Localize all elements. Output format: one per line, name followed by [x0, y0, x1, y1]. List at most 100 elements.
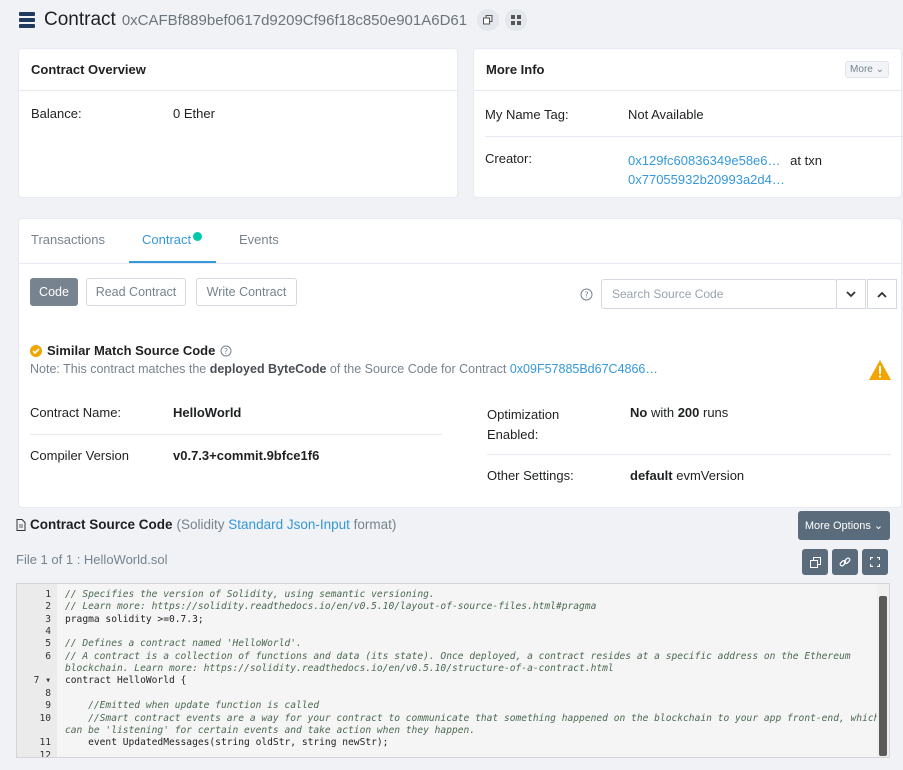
- other-settings-value: default evmVersion: [630, 468, 744, 483]
- other-settings-rest: evmVersion: [672, 468, 745, 483]
- match-note: Note: This contract matches the deployed…: [30, 362, 658, 376]
- page-header: Contract 0xCAFBf889bef0617d9209Cf96f18c8…: [18, 6, 533, 34]
- question-icon[interactable]: ?: [220, 345, 232, 357]
- chevron-up-icon: [877, 291, 887, 298]
- fullscreen-button[interactable]: [862, 549, 888, 575]
- search-prev-button[interactable]: [867, 279, 897, 309]
- code-line: can be 'listening' for certain events an…: [17, 724, 877, 737]
- standard-json-link[interactable]: Standard Json-Input: [228, 517, 350, 532]
- code-line: 3 pragma solidity >=0.7.3;: [17, 613, 877, 626]
- help-icon[interactable]: ?: [580, 288, 593, 301]
- line-number: 1: [45, 589, 51, 600]
- row-divider: [485, 136, 903, 137]
- line-number: 11: [39, 737, 51, 749]
- line-text: // A contract is a collection of functio…: [65, 650, 851, 662]
- details-divider-right: [487, 454, 891, 455]
- editor-scrollbar[interactable]: [877, 584, 889, 757]
- tab-contract-label: Contract: [142, 232, 192, 247]
- name-tag-value: Not Available: [628, 107, 704, 122]
- creator-label: Creator:: [485, 151, 532, 166]
- code-line: 7 ▾ contract HelloWorld {: [17, 674, 877, 687]
- code-line: 8: [17, 687, 877, 700]
- link-source-button[interactable]: [832, 549, 858, 575]
- line-text: //Smart contract events are a way for yo…: [65, 712, 880, 724]
- write-contract-button[interactable]: Write Contract: [196, 278, 297, 306]
- optimization-runs-text: runs: [699, 405, 729, 420]
- expand-icon: [870, 557, 880, 567]
- details-divider: [30, 434, 442, 435]
- line-number: 5: [45, 638, 51, 650]
- similar-contract-link[interactable]: 0x09F57885Bd67C4866…: [510, 362, 658, 376]
- scrollbar-thumb[interactable]: [879, 596, 887, 756]
- contract-name-value: HelloWorld: [173, 405, 242, 420]
- warning-icon: [869, 360, 891, 380]
- search-source-code-input[interactable]: Search Source Code: [601, 279, 837, 309]
- code-line: 1 // Specifies the version of Solidity, u…: [17, 588, 877, 601]
- source-code-title: Contract Source Code: [30, 517, 173, 532]
- contract-address: 0xCAFBf889bef0617d9209Cf96f18c850e901A6D…: [121, 11, 468, 29]
- line-text: event UpdatedMessages(string oldStr, str…: [65, 737, 389, 749]
- optimization-label: Optimization Enabled:: [487, 405, 559, 445]
- name-tag-label: My Name Tag:: [485, 107, 569, 122]
- match-note-bold: deployed ByteCode: [209, 362, 327, 376]
- copy-icon: [483, 15, 493, 25]
- code-line: 4: [17, 625, 877, 638]
- chevron-down-icon: [846, 290, 856, 297]
- line-text: blockchain. Learn more: https://solidity…: [65, 663, 614, 675]
- verified-check-icon: [193, 232, 203, 241]
- qr-code-button[interactable]: [505, 9, 528, 31]
- tab-events[interactable]: Events: [239, 232, 279, 247]
- code-line: 12: [17, 749, 877, 758]
- match-note-prefix: Note: This contract matches the: [30, 362, 210, 376]
- search-next-button[interactable]: [836, 279, 866, 309]
- compiler-version-label: Compiler Version: [30, 448, 129, 463]
- read-contract-button[interactable]: Read Contract: [86, 278, 186, 306]
- line-text: contract HelloWorld {: [65, 675, 187, 687]
- contract-stack-icon: [19, 12, 35, 28]
- tabs-divider: [19, 263, 901, 264]
- source-code-editor[interactable]: 1 // Specifies the version of Solidity, u…: [16, 583, 890, 758]
- link-icon: [839, 557, 851, 567]
- line-text: // Specifies the version of Solidity, us…: [65, 589, 435, 600]
- creator-txn-link[interactable]: 0x77055932b20993a2d4…: [628, 172, 785, 187]
- contract-overview-title: Contract Overview: [19, 49, 457, 91]
- more-dropdown-button[interactable]: More ⌄: [845, 61, 889, 78]
- similar-match-heading: Similar Match Source Code ?: [30, 343, 232, 358]
- line-text: can be 'listening' for certain events an…: [65, 724, 476, 736]
- similar-match-title: Similar Match Source Code: [47, 343, 216, 358]
- optimization-runs-number: 200: [677, 405, 700, 420]
- line-number: 12: [39, 749, 51, 758]
- contract-overview-card: Contract Overview Balance: 0 Ether: [18, 48, 458, 198]
- optimization-with: with: [647, 405, 678, 420]
- balance-label: Balance:: [31, 106, 82, 121]
- compiler-version-value: v0.7.3+commit.9bfce1f6: [173, 448, 320, 463]
- line-number: 4: [45, 626, 51, 638]
- source-code-format: (Solidity Standard Json-Input format): [177, 517, 397, 532]
- line-text: // Learn more: https://solidity.readthed…: [65, 601, 597, 613]
- line-text: //Emitted when update function is called: [65, 700, 320, 712]
- tab-transactions[interactable]: Transactions: [31, 232, 105, 247]
- tab-contract[interactable]: Contract: [142, 232, 203, 247]
- qr-code-icon: [511, 15, 522, 25]
- more-info-title: More Info: [486, 62, 545, 77]
- format-prefix: (Solidity: [176, 517, 229, 532]
- page-title: Contract: [44, 9, 116, 30]
- line-text: pragma solidity >=0.7.3;: [65, 613, 204, 625]
- line-number: 9: [45, 700, 51, 712]
- code-line: 11 event UpdatedMessages(string oldStr, …: [17, 736, 877, 749]
- more-info-header: More Info More ⌄: [474, 49, 901, 91]
- more-options-button[interactable]: More Options ⌄: [798, 511, 890, 540]
- file-icon: [16, 518, 26, 531]
- format-suffix: format): [349, 517, 397, 532]
- contract-tabs-panel: Transactions Contract Events Code Read C…: [18, 218, 902, 508]
- other-settings-bold: default: [630, 468, 673, 483]
- code-button[interactable]: Code: [30, 278, 78, 306]
- line-number: 6: [45, 650, 51, 662]
- copy-source-button[interactable]: [802, 549, 828, 575]
- optimization-label-line1: Optimization: [487, 407, 560, 422]
- file-label: File 1 of 1 : HelloWorld.sol: [16, 552, 168, 567]
- creator-address-link[interactable]: 0x129fc60836349e58e6…: [628, 153, 781, 168]
- creator-info: 0x129fc60836349e58e6… at txn 0x77055932b…: [628, 151, 822, 189]
- copy-address-button[interactable]: [477, 9, 500, 31]
- other-settings-label: Other Settings:: [487, 468, 574, 483]
